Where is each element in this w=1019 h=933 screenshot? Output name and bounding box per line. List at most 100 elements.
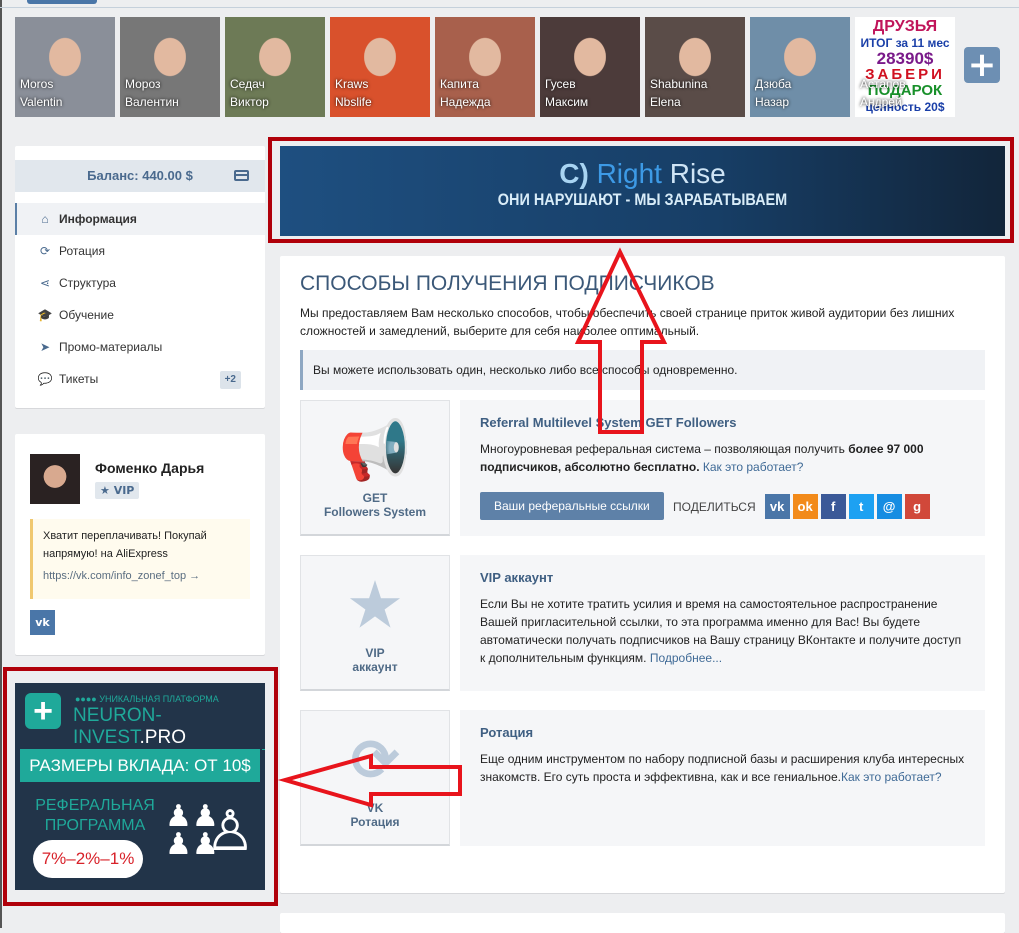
avatar[interactable] xyxy=(30,454,80,504)
vk-share-icon[interactable]: vk xyxy=(764,494,790,520)
page-description: Мы предоставляем Вам несколько способов,… xyxy=(300,306,955,338)
header-divider xyxy=(0,7,1019,8)
friend-tile[interactable]: Дзюба Назар xyxy=(750,17,850,117)
window-edge xyxy=(0,0,2,928)
info-note: Вы можете использовать один, несколько л… xyxy=(300,350,985,390)
right-rise-ad[interactable]: C) Right Rise ОНИ НАРУШАЮТ - МЫ ЗАРАБАТЫ… xyxy=(280,146,1005,236)
sidebar-item-label: Структура xyxy=(59,276,116,290)
vip-badge: ★ VIP xyxy=(95,482,140,499)
friend-name: Гусев xyxy=(545,77,576,91)
graduation-cap-icon: 🎓 xyxy=(37,308,53,322)
method-tile-vip[interactable]: ★ VIP аккаунт xyxy=(300,555,450,691)
profile-name[interactable]: Фоменко Дарья xyxy=(95,460,204,476)
friend-tile[interactable]: Мороз Валентин xyxy=(120,17,220,117)
friend-tile[interactable]: Shabunina Elena xyxy=(645,17,745,117)
method-tile-get-followers[interactable]: 📢 GET Followers System xyxy=(300,400,450,536)
friend-name: Дзюба xyxy=(755,77,792,91)
add-friend-button[interactable]: + xyxy=(964,47,1000,83)
mail-share-icon[interactable]: @ xyxy=(876,494,902,520)
method-title[interactable]: VIP аккаунт xyxy=(480,569,965,587)
refresh-icon: ⟳ xyxy=(39,244,51,258)
friend-surname: Виктор xyxy=(230,95,269,109)
sidebar-item-5[interactable]: 💬 Тикеты +2 xyxy=(15,363,265,395)
vip-icon: ★ xyxy=(349,573,401,638)
tickets-badge: +2 xyxy=(219,371,241,389)
tile-label: VIP xyxy=(365,646,385,660)
friend-tile[interactable]: Гусев Максим xyxy=(540,17,640,117)
friend-name: Капита xyxy=(440,77,479,91)
friend-surname: Valentin xyxy=(20,95,63,109)
friend-surname: Надежда xyxy=(440,95,491,109)
ad-percent: 7%–2%–1% xyxy=(33,840,143,878)
ad-deposit-banner: РАЗМЕРЫ ВКЛАДА: ОТ 10$ xyxy=(20,749,260,782)
twitter-share-icon[interactable]: t xyxy=(848,494,874,520)
plus-logo-icon: + xyxy=(25,693,61,729)
promo-line: 28390$ xyxy=(876,49,934,68)
friend-tile[interactable]: Moros Valentin xyxy=(15,17,115,117)
ad-brand-tld: .PRO xyxy=(139,727,186,748)
ad-tagline: ●●●● УНИКАЛЬНАЯ ПЛАТФОРМА xyxy=(75,694,219,704)
friend-tile[interactable]: Седач Виктор xyxy=(225,17,325,117)
method-title[interactable]: Referral Multilevel System GET Followers xyxy=(480,414,965,432)
method-title[interactable]: Ротация xyxy=(480,724,965,742)
odnoklassniki-share-icon[interactable]: ok xyxy=(792,494,818,520)
method-tile-rotation[interactable]: ⟳ VK Ротация xyxy=(300,710,450,846)
sidebar-item-2[interactable]: ⋖ Структура xyxy=(15,267,265,299)
promo-line: ДРУЗЬЯ xyxy=(872,18,938,35)
sidebar-item-3[interactable]: 🎓 Обучение xyxy=(15,299,265,331)
facebook-share-icon[interactable]: f xyxy=(820,494,846,520)
balance-text: Баланс: 440.00 $ xyxy=(87,168,193,183)
friend-name: Седач xyxy=(230,77,265,91)
balance-bar[interactable]: Баланс: 440.00 $ xyxy=(15,160,265,192)
friend-name: Moros xyxy=(20,77,54,91)
sidebar-item-4[interactable]: ➤ Промо-материалы xyxy=(15,331,265,363)
quote-link[interactable]: https://vk.com/info_zonef_top → xyxy=(43,567,240,585)
ad-referral: РЕФЕРАЛЬНАЯ ПРОГРАММА xyxy=(35,797,155,834)
method-link[interactable]: Подробнее... xyxy=(647,651,722,665)
friend-name: Kraws xyxy=(335,77,369,91)
friend-tile[interactable]: Капита Надежда xyxy=(435,17,535,117)
friend-surname: Elena xyxy=(650,95,681,109)
ad-slogan: ОНИ НАРУШАЮТ - МЫ ЗАРАБАТЫВАЕМ xyxy=(497,190,788,209)
credit-card-icon[interactable] xyxy=(234,170,249,181)
right-rise-logo-icon: C) xyxy=(559,158,589,189)
paper-plane-icon: ➤ xyxy=(39,340,51,354)
rotation-icon: ⟳ xyxy=(350,728,400,793)
share-label: ПОДЕЛИТЬСЯ xyxy=(673,499,756,514)
friend-surname: Андрей xyxy=(860,95,902,109)
share-icon: ⋖ xyxy=(39,276,51,290)
referral-links-button[interactable]: Ваши реферальные ссылки xyxy=(480,492,664,520)
home-icon: ⌂ xyxy=(41,212,49,226)
tile-label: VK xyxy=(366,801,384,815)
tile-label: Ротация xyxy=(350,815,400,829)
sidebar-item-label: Обучение xyxy=(59,308,114,322)
method-link[interactable]: Как это работает? xyxy=(700,460,804,474)
friend-surname: Nbslife xyxy=(335,95,372,109)
vk-icon[interactable]: vk xyxy=(30,610,55,635)
method-details-vip: VIP аккаунт Если Вы не хотите тратить уси… xyxy=(460,555,985,691)
get-followers-icon: 📢 xyxy=(338,418,412,483)
quote-text: Хватит переплачивать! Покупай напрямую! … xyxy=(43,530,207,560)
friend-name: Мороз xyxy=(125,77,161,91)
megaphone-man-icon: ♙ xyxy=(205,799,256,862)
sidebar-item-label: Промо-материалы xyxy=(59,340,163,354)
top-button[interactable] xyxy=(27,0,97,4)
promo-friend-tile[interactable]: ДРУЗЬЯ ИТОГ за 11 мес 28390$ ЗАБЕРИ ПОДА… xyxy=(855,17,955,117)
friend-name: Shabunina xyxy=(650,77,708,91)
sidebar-item-label: Информация xyxy=(59,212,137,226)
friend-tile[interactable]: Kraws Nbslife xyxy=(330,17,430,117)
method-link[interactable]: Как это работает? xyxy=(841,770,942,784)
tile-label: Followers System xyxy=(323,505,427,519)
sidebar-item-1[interactable]: ⟳ Ротация xyxy=(15,235,265,267)
sidebar-item-0[interactable]: ⌂ Информация xyxy=(15,203,265,235)
method-details-get-followers: Referral Multilevel System GET Followers… xyxy=(460,400,985,536)
friend-surname: Назар xyxy=(755,95,790,109)
tile-label: GET xyxy=(362,491,388,505)
comments-icon: 💬 xyxy=(37,372,53,386)
next-card xyxy=(280,913,1005,933)
sidebar-item-label: Ротация xyxy=(59,244,105,258)
google-plus-share-icon[interactable]: g xyxy=(904,494,930,520)
neuron-invest-ad[interactable]: + ●●●● УНИКАЛЬНАЯ ПЛАТФОРМА NEURON-INVES… xyxy=(15,683,265,890)
friend-surname: Максим xyxy=(545,95,589,109)
method-details-rotation: Ротация Еще одним инструментом по набору … xyxy=(460,710,985,846)
